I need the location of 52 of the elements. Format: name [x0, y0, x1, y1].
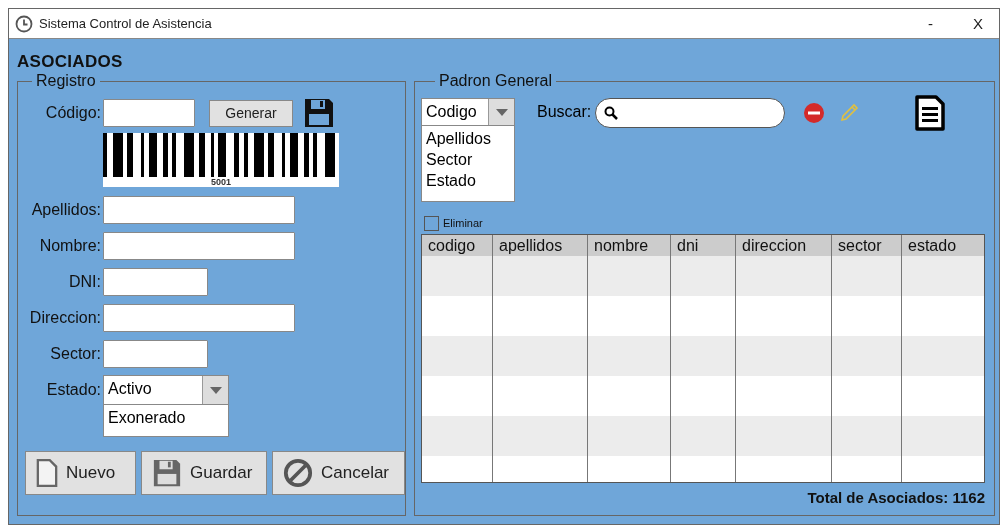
caret-icon [495, 108, 508, 116]
column-header[interactable]: nombre [588, 235, 671, 256]
column-header[interactable]: apellidos [493, 235, 588, 256]
search-label: Buscar: [537, 103, 592, 121]
field-label: Apellidos: [30, 201, 102, 219]
caret-icon [209, 386, 222, 394]
field-label: Estado: [45, 380, 102, 400]
text-field[interactable] [103, 196, 295, 224]
cancel-icon [283, 458, 313, 488]
search-field[interactable] [595, 98, 786, 128]
codigo-field[interactable] [103, 99, 195, 127]
action-button[interactable]: Cancelar [272, 451, 405, 495]
action-button[interactable]: Guardar [141, 451, 267, 495]
group-title: Padron General [438, 72, 553, 90]
eliminar-checkbox[interactable] [424, 215, 439, 231]
page-icon [36, 458, 58, 488]
checkbox-label: Eliminar [443, 217, 483, 229]
dropdown-option[interactable]: Estado [422, 170, 514, 191]
column-header[interactable]: direccion [736, 235, 832, 256]
dropdown-option[interactable]: Sector [422, 149, 514, 170]
text-field[interactable] [103, 268, 208, 296]
search-icon [604, 106, 619, 120]
estado-dropdown[interactable]: Activo [103, 375, 229, 405]
generar-button[interactable]: Generar [209, 99, 293, 127]
clock-icon [15, 14, 33, 33]
group-title: Registro [35, 72, 97, 90]
barcode-number: 5001 [211, 177, 231, 187]
column-header[interactable]: codigo [422, 235, 493, 256]
field-label: Direccion: [28, 309, 102, 327]
filter-dropdown[interactable]: Codigo [421, 98, 515, 126]
total-count: Total de Asociados: 1162 [806, 489, 985, 506]
save-icon[interactable] [303, 97, 335, 129]
field-label: Código: [44, 104, 102, 122]
text-field[interactable] [103, 304, 295, 332]
text-field[interactable] [103, 340, 208, 368]
minimize-button[interactable]: - [918, 15, 943, 32]
dropdown-option[interactable]: Exonerado [104, 405, 228, 431]
field-label: Sector: [49, 345, 102, 363]
save-icon [152, 458, 182, 488]
document-icon[interactable] [915, 95, 946, 131]
column-header[interactable]: dni [671, 235, 736, 256]
window-title: Sistema Control de Asistencia [39, 16, 212, 31]
page-heading: ASOCIADOS [17, 52, 124, 72]
close-button[interactable]: X [963, 15, 993, 32]
field-label: DNI: [68, 273, 102, 291]
column-header[interactable]: estado [902, 235, 984, 256]
text-field[interactable] [103, 232, 295, 260]
column-header[interactable]: sector [832, 235, 902, 256]
action-button[interactable]: Nuevo [25, 451, 136, 495]
remove-icon[interactable] [803, 102, 826, 124]
field-label: Nombre: [38, 237, 102, 255]
dropdown-option[interactable]: Apellidos [422, 128, 514, 149]
